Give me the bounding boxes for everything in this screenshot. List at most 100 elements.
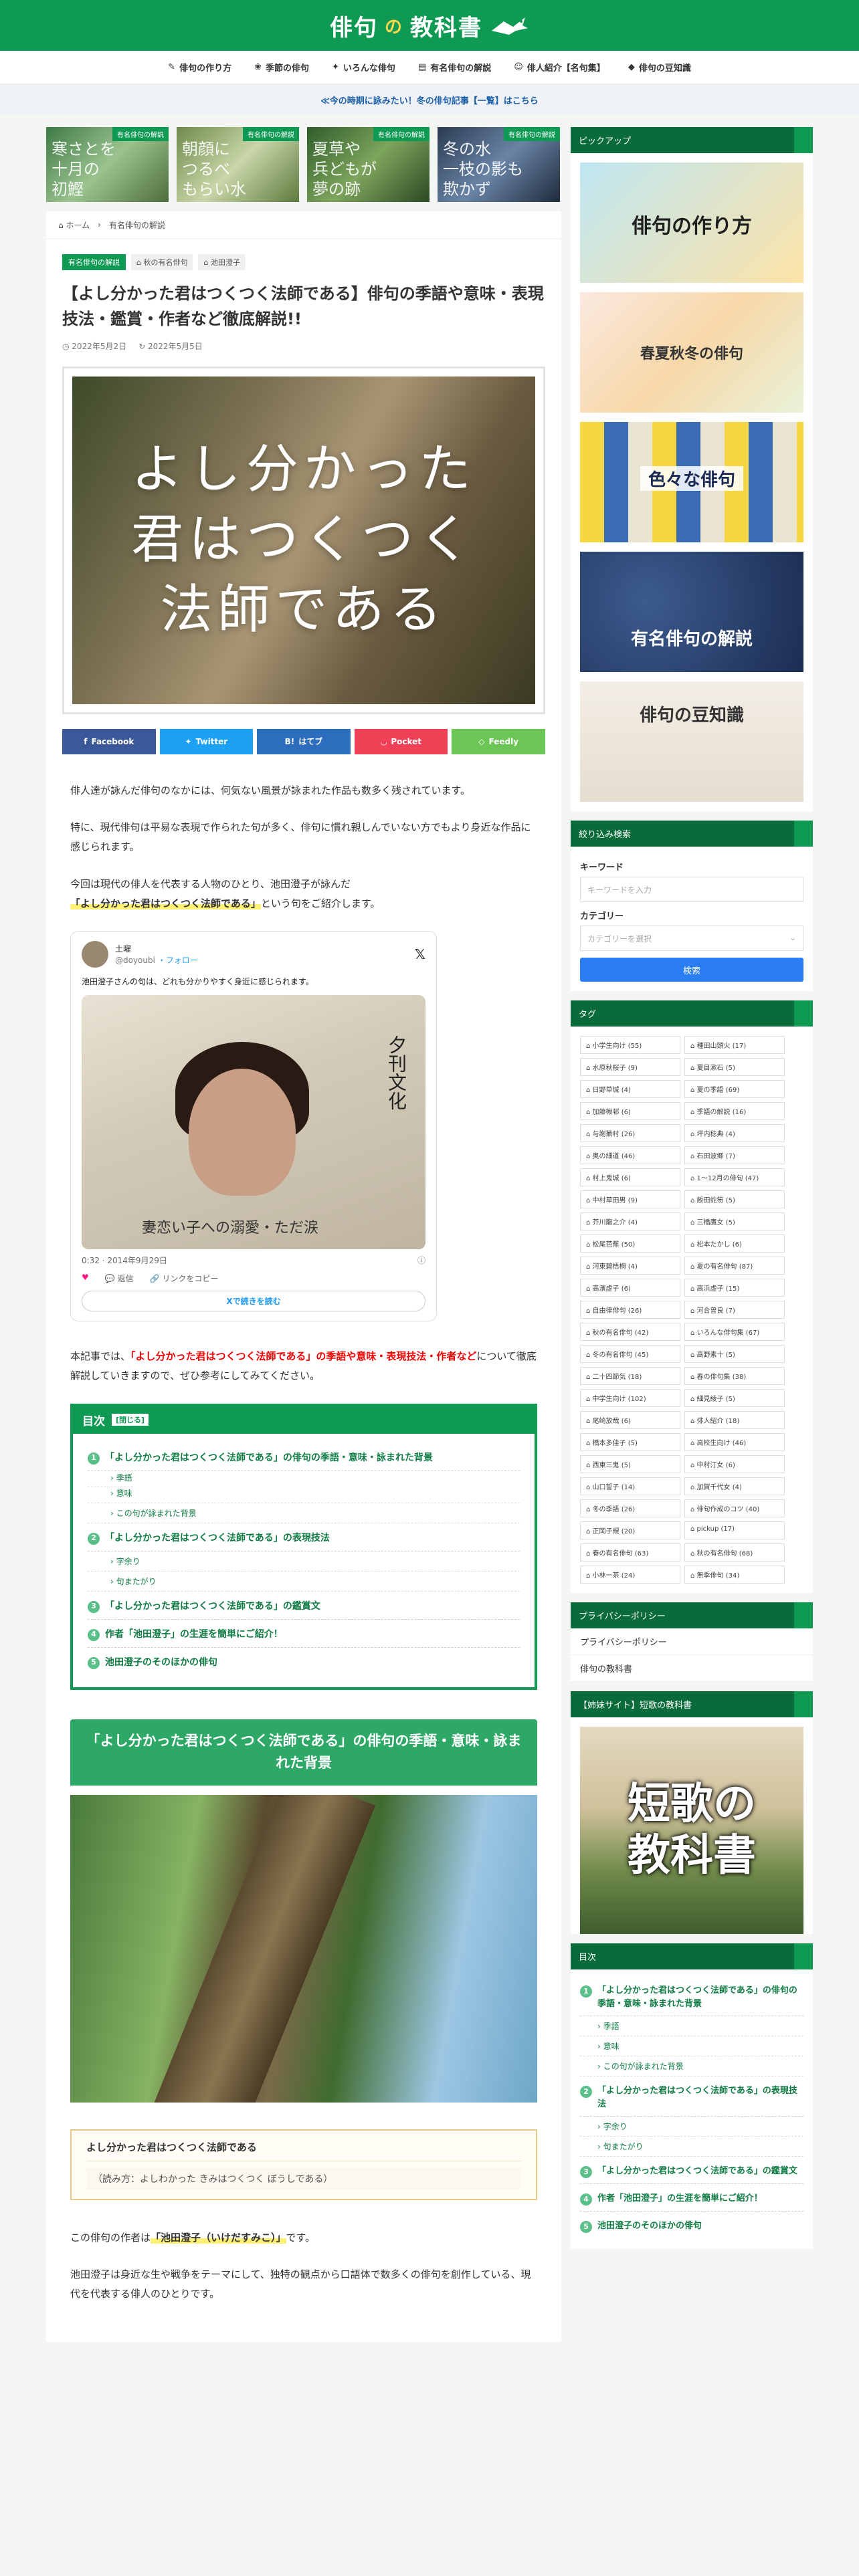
toc-toggle-button[interactable]: [閉じる] [112, 1414, 149, 1426]
tweet-photo[interactable]: 夕刊文化 妻恋い子への溺愛・ただ涙 [82, 995, 425, 1250]
breadcrumb-home[interactable]: ⌂ ホーム [58, 219, 90, 231]
toc-item[interactable]: 4 作者「池田澄子」の生涯を簡単にご紹介！ [88, 1628, 520, 1648]
share-feedly-button[interactable]: ◇ Feedly [452, 728, 545, 754]
toc-item[interactable]: 1 「よし分かった君はつくつく法師である」の俳句の季語・意味・詠まれた背景 [580, 1984, 803, 2016]
nav-item-season[interactable]: ❀ 季節の俳句 [254, 61, 309, 74]
sister-site-banner[interactable]: 短歌の 教科書 [580, 1727, 803, 1934]
toc-item[interactable]: 1 「よし分かった君はつくつく法師である」の俳句の季語・意味・詠まれた背景 [88, 1451, 520, 1471]
share-facebook-button[interactable]: f Facebook [62, 728, 156, 754]
tag-link[interactable]: ⌂ 奥の細道 (46) [580, 1146, 680, 1164]
nav-item-famous[interactable]: ▤ 有名俳句の解説 [418, 61, 491, 74]
notice-bar[interactable]: ≪今の時期に詠みたい！冬の俳句記事【一覧】はこちら [0, 84, 859, 115]
tag-link[interactable]: ⌂ 二十四節気 (18) [580, 1367, 680, 1385]
nav-item-poets[interactable]: ☺ 俳人紹介【名句集】 [514, 61, 605, 74]
x-logo-icon[interactable]: 𝕏 [415, 946, 425, 962]
pickup-banner-various[interactable]: 色々な俳句 [580, 422, 803, 542]
tag-link[interactable]: ⌂ 自由律俳句 (26) [580, 1301, 680, 1319]
search-button[interactable]: 検索 [580, 958, 803, 982]
read-more-button[interactable]: Xで続きを読む [82, 1291, 425, 1312]
share-pocket-button[interactable]: ◡ Pocket [354, 728, 448, 754]
tag-link[interactable]: ⌂ 加賀千代女 (4) [684, 1477, 785, 1495]
tag-badge[interactable]: ⌂ 池田澄子 [198, 254, 246, 270]
tag-link[interactable]: ⌂ 冬の季語 (26) [580, 1499, 680, 1517]
tag-link[interactable]: ⌂ 秋の有名俳句 (42) [580, 1323, 680, 1341]
tag-link[interactable]: ⌂ 水原秋桜子 (9) [580, 1058, 680, 1076]
tag-link[interactable]: ⌂ 夏の季語 (69) [684, 1080, 785, 1098]
carousel-card[interactable]: 有名俳句の解説 冬の水 一枝の影も 欺かず [438, 127, 560, 202]
tag-link[interactable]: ⌂ pickup (17) [684, 1521, 785, 1539]
tag-link[interactable]: ⌂ 小学生向け (55) [580, 1036, 680, 1054]
tag-link[interactable]: ⌂ 高野素十 (5) [684, 1345, 785, 1363]
tag-link[interactable]: ⌂ 坪内稔典 (4) [684, 1124, 785, 1142]
tag-link[interactable]: ⌂ 高濱虚子 (6) [580, 1279, 680, 1297]
toc-item[interactable]: 5 池田澄子のそのほかの俳句 [580, 2220, 803, 2238]
toc-item[interactable]: 3 「よし分かった君はつくつく法師である」の鑑賞文 [580, 2165, 803, 2184]
tag-link[interactable]: ⌂ 秋の有名俳句 (68) [684, 1543, 785, 1562]
tag-link[interactable]: ⌂ 俳人紹介 (18) [684, 1411, 785, 1429]
tag-link[interactable]: ⌂ 無季俳句 (34) [684, 1566, 785, 1584]
tag-link[interactable]: ⌂ 高浜虚子 (15) [684, 1279, 785, 1297]
toc-item[interactable]: 5 池田澄子のそのほかの俳句 [88, 1656, 520, 1675]
tweet-time[interactable]: 0:32 · 2014年9月29日 [82, 1255, 167, 1266]
tag-link[interactable]: ⌂ 高校生向け (46) [684, 1433, 785, 1451]
carousel-card[interactable]: 有名俳句の解説 朝顔に つるべ もらい水 [177, 127, 299, 202]
toc-item[interactable]: 3 「よし分かった君はつくつく法師である」の鑑賞文 [88, 1600, 520, 1620]
tag-link[interactable]: ⌂ 三橋鷹女 (5) [684, 1212, 785, 1230]
follow-link[interactable]: ・フォロー [158, 956, 198, 965]
tag-link[interactable]: ⌂ 中村草田男 (9) [580, 1190, 680, 1208]
tag-link[interactable]: ⌂ 山口誓子 (14) [580, 1477, 680, 1495]
tag-link[interactable]: ⌂ 1〜12月の俳句 (47) [684, 1168, 785, 1186]
toc-subitem[interactable]: › 季語 [580, 2016, 803, 2036]
keyword-input[interactable]: キーワードを入力 [580, 877, 803, 902]
tag-link[interactable]: ⌂ 冬の有名俳句 (45) [580, 1345, 680, 1363]
tag-link[interactable]: ⌂ 河東碧梧桐 (4) [580, 1257, 680, 1275]
carousel-card[interactable]: 有名俳句の解説 夏草や 兵どもが 夢の跡 [307, 127, 430, 202]
tag-link[interactable]: ⌂ 中村汀女 (6) [684, 1455, 785, 1473]
tag-link[interactable]: ⌂ 橋本多佳子 (5) [580, 1433, 680, 1451]
tag-link[interactable]: ⌂ 俳句作成のコツ (40) [684, 1499, 785, 1517]
carousel-card[interactable]: 有名俳句の解説 寒さとを 十月の 初鰹 [46, 127, 169, 202]
toc-item[interactable]: 2 「よし分かった君はつくつく法師である」の表現技法 [88, 1531, 520, 1551]
tag-link[interactable]: ⌂ 春の有名俳句 (63) [580, 1543, 680, 1562]
breadcrumb-current[interactable]: 有名俳句の解説 [109, 219, 165, 231]
pickup-banner-howto[interactable]: 俳句の作り方 [580, 163, 803, 283]
like-action[interactable]: ♥ [82, 1273, 89, 1284]
share-hatena-button[interactable]: B! はてブ [257, 728, 351, 754]
nav-item-various[interactable]: ✦ いろんな俳句 [332, 61, 395, 74]
tag-link[interactable]: ⌂ 松本たかし (6) [684, 1235, 785, 1253]
home-link[interactable]: 俳句の教科書 [571, 1655, 813, 1682]
copy-link-action[interactable]: 🔗 リンクをコピー [150, 1273, 219, 1284]
share-twitter-button[interactable]: ✦ Twitter [159, 728, 254, 754]
toc-subitem[interactable]: › 季語 [88, 1469, 132, 1487]
tag-link[interactable]: ⌂ 夏目漱石 (5) [684, 1058, 785, 1076]
category-select[interactable]: カテゴリーを選択 ⌄ [580, 926, 803, 951]
nav-item-howto[interactable]: ✎ 俳句の作り方 [168, 61, 231, 74]
tag-link[interactable]: ⌂ 松尾芭蕉 (50) [580, 1235, 680, 1253]
category-badge[interactable]: 有名俳句の解説 [62, 254, 126, 270]
tag-link[interactable]: ⌂ 正岡子規 (20) [580, 1521, 680, 1539]
tag-link[interactable]: ⌂ 季語の解説 (16) [684, 1102, 785, 1120]
tag-link[interactable]: ⌂ いろんな俳句集 (67) [684, 1323, 785, 1341]
pickup-banner-trivia[interactable]: 俳句の豆知識 [580, 681, 803, 802]
site-logo[interactable]: 俳句の教科書 [330, 9, 529, 42]
tag-link[interactable]: ⌂ 小林一茶 (24) [580, 1566, 680, 1584]
nav-item-trivia[interactable]: ◆ 俳句の豆知識 [628, 61, 691, 74]
tag-link[interactable]: ⌂ 種田山頭火 (17) [684, 1036, 785, 1054]
tag-link[interactable]: ⌂ 加藤楸邨 (6) [580, 1102, 680, 1120]
tag-link[interactable]: ⌂ 与謝蕪村 (26) [580, 1124, 680, 1142]
toc-subitem[interactable]: › 字余り [580, 2117, 803, 2137]
tag-link[interactable]: ⌂ 尾崎放哉 (6) [580, 1411, 680, 1429]
tag-link[interactable]: ⌂ 村上鬼城 (6) [580, 1168, 680, 1186]
tag-link[interactable]: ⌂ 日野草城 (4) [580, 1080, 680, 1098]
toc-subitem[interactable]: › 意味 [580, 2036, 803, 2056]
info-icon[interactable]: ⓘ [417, 1255, 425, 1266]
toc-item[interactable]: 4 作者「池田澄子」の生涯を簡単にご紹介！ [580, 2192, 803, 2212]
reply-action[interactable]: 💬 返信 [105, 1273, 134, 1284]
toc-subitem[interactable]: › この句が詠まれた背景 [580, 2056, 803, 2076]
tag-link[interactable]: ⌂ 河合曽良 (7) [684, 1301, 785, 1319]
toc-subitem[interactable]: › 意味 [88, 1483, 520, 1503]
privacy-link[interactable]: プライバシーポリシー [571, 1628, 813, 1655]
tag-link[interactable]: ⌂ 西東三鬼 (5) [580, 1455, 680, 1473]
toc-item[interactable]: 2 「よし分かった君はつくつく法師である」の表現技法 [580, 2084, 803, 2117]
tag-link[interactable]: ⌂ 春の俳句集 (38) [684, 1367, 785, 1385]
